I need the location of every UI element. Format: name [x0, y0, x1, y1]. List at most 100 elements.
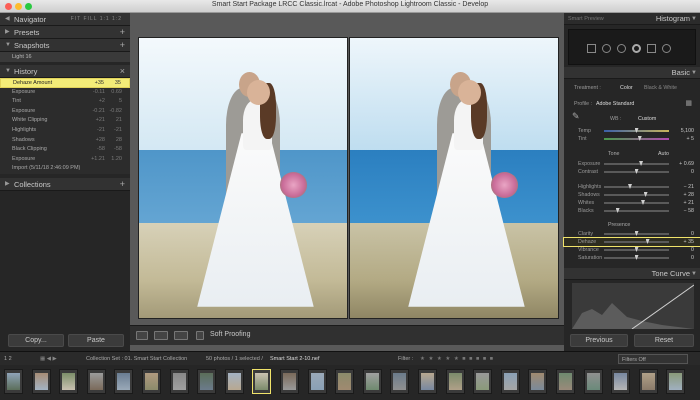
filmstrip-thumbnail[interactable]	[307, 369, 327, 394]
filmstrip-thumbnail[interactable]	[224, 369, 244, 394]
history-item[interactable]: Exposure -0.11 0.69	[0, 88, 130, 98]
filmstrip-thumbnail[interactable]	[445, 369, 465, 394]
history-item[interactable]: Black Clipping -58 -58	[0, 145, 130, 155]
clear-history-button[interactable]: ×	[120, 65, 125, 78]
filmstrip-thumbnail[interactable]	[280, 369, 299, 394]
slider-value[interactable]: + 28	[684, 192, 694, 198]
slider-exposure[interactable]: Exposure + 0.69	[564, 160, 700, 168]
treatment-bw-option[interactable]: Black & White	[644, 85, 677, 91]
slider-thumb[interactable]	[615, 208, 620, 213]
filmstrip-thumbnail[interactable]	[31, 369, 51, 394]
add-snapshot-button[interactable]: +	[120, 39, 125, 52]
collections-panel-header[interactable]: ▶ Collections +	[0, 177, 130, 191]
slider-track[interactable]	[604, 208, 669, 213]
slider-thumb[interactable]	[637, 136, 642, 141]
slider-thumb[interactable]	[634, 247, 639, 252]
slider-track[interactable]	[604, 136, 669, 141]
slider-track[interactable]	[604, 255, 669, 260]
add-preset-button[interactable]: +	[120, 26, 125, 39]
red-eye-icon[interactable]	[617, 43, 626, 53]
filmstrip-thumbnail[interactable]	[169, 369, 189, 394]
rating-filter-stars[interactable]: ★ ★ ★ ★ ★ ■ ■ ■ ■ ■	[420, 352, 494, 366]
slider-value[interactable]: 0	[691, 247, 694, 253]
slider-thumb[interactable]	[641, 200, 645, 205]
slider-value[interactable]: + 0.69	[679, 161, 694, 167]
slider-thumb[interactable]	[639, 161, 644, 166]
slider-thumb[interactable]	[634, 255, 639, 260]
slider-tint[interactable]: Tint + 5	[564, 135, 700, 143]
before-after-swap-icon[interactable]	[174, 331, 188, 340]
add-collection-button[interactable]: +	[120, 178, 125, 191]
slider-value[interactable]: − 58	[684, 208, 694, 214]
navigator-zoom-modes[interactable]: FIT FILL 1:1 1:2	[71, 13, 122, 26]
slider-track[interactable]	[604, 239, 669, 244]
slider-value[interactable]: + 21	[684, 200, 694, 206]
filmstrip-thumbnail[interactable]	[86, 369, 106, 394]
slider-contrast[interactable]: Contrast 0	[564, 168, 700, 176]
selected-file-name[interactable]: Smart Start 2-10.nef	[270, 352, 320, 366]
slider-blacks[interactable]: Blacks − 58	[564, 207, 700, 215]
wb-eyedropper-icon[interactable]: ✎	[572, 111, 580, 122]
slider-track[interactable]	[604, 247, 669, 252]
collection-path[interactable]: Collection Set : 01. Smart Start Collect…	[86, 352, 187, 366]
slider-value[interactable]: + 5	[686, 136, 694, 142]
filmstrip-thumbnail[interactable]	[390, 369, 410, 394]
filmstrip-thumbnail[interactable]	[252, 369, 272, 394]
slider-thumb[interactable]	[643, 192, 648, 197]
history-item[interactable]: Tint +2 5	[0, 97, 130, 107]
slider-track[interactable]	[604, 161, 669, 166]
slider-value[interactable]: − 21	[684, 184, 694, 190]
filmstrip-thumbnail[interactable]	[611, 369, 631, 394]
slider-track[interactable]	[604, 192, 669, 197]
filmstrip-thumbnail[interactable]	[473, 369, 493, 394]
history-item[interactable]: Import (5/11/18 2:46:09 PM)	[0, 164, 130, 174]
tone-curve-graph[interactable]	[572, 283, 694, 329]
filmstrip-thumbnail[interactable]	[362, 369, 382, 394]
before-image[interactable]	[138, 37, 348, 319]
loupe-view-icon[interactable]	[136, 331, 148, 340]
slider-value[interactable]: 0	[691, 169, 694, 175]
graduated-filter-icon[interactable]	[647, 43, 656, 53]
presets-panel-header[interactable]: ▶ Presets +	[0, 26, 130, 39]
slider-shadows[interactable]: Shadows + 28	[564, 191, 700, 199]
page-numbers[interactable]: 1 2	[4, 352, 12, 366]
filmstrip-thumbnail[interactable]	[638, 369, 658, 394]
reset-button[interactable]: Reset	[634, 334, 694, 347]
filmstrip-thumbnail[interactable]	[666, 369, 686, 394]
slider-track[interactable]	[604, 200, 669, 205]
profile-select[interactable]: Adobe Standard	[596, 101, 634, 107]
filmstrip-thumbnail[interactable]	[59, 369, 79, 394]
slider-track[interactable]	[604, 184, 669, 189]
filmstrip-thumbnail[interactable]	[335, 369, 355, 394]
wb-select[interactable]: Custom	[638, 116, 656, 122]
slider-thumb[interactable]	[634, 128, 639, 133]
history-item[interactable]: Shadows +28 28	[0, 136, 130, 146]
filmstrip-thumbnail[interactable]	[418, 369, 437, 394]
filmstrip-thumbnail[interactable]	[142, 369, 161, 394]
filmstrip-thumbnail[interactable]	[197, 369, 217, 394]
slider-thumb[interactable]	[628, 184, 632, 189]
paste-button[interactable]: Paste	[68, 334, 124, 347]
slider-value[interactable]: 5,100	[681, 128, 694, 134]
history-item[interactable]: Highlights -21 -21	[0, 126, 130, 136]
slider-thumb[interactable]	[634, 231, 639, 236]
history-item[interactable]: Dehaze Amount +35 35	[0, 78, 130, 88]
history-item[interactable]: White Clipping +21 21	[0, 116, 130, 126]
after-image[interactable]	[349, 37, 559, 319]
slider-track[interactable]	[604, 128, 669, 133]
crop-tool-icon[interactable]	[587, 43, 596, 53]
slider-value[interactable]: 0	[691, 231, 694, 237]
grid-view-icon[interactable]: ▦ ◀ ▶	[40, 352, 57, 366]
basic-header[interactable]: Basic ▼	[564, 67, 700, 79]
slider-track[interactable]	[604, 231, 669, 236]
history-item[interactable]: Exposure -0.21 -0.82	[0, 107, 130, 117]
history-panel-header[interactable]: ▼ History ×	[0, 65, 130, 78]
snapshots-panel-header[interactable]: ▼ Snapshots +	[0, 39, 130, 52]
slider-track[interactable]	[604, 169, 669, 174]
slider-clarity[interactable]: Clarity 0	[564, 230, 700, 238]
soft-proofing-checkbox[interactable]	[196, 331, 204, 340]
snapshot-item[interactable]: Light 16	[0, 52, 130, 62]
copy-button[interactable]: Copy...	[8, 334, 64, 347]
spot-removal-icon[interactable]	[602, 43, 611, 53]
navigator-panel-header[interactable]: ◀ Navigator FIT FILL 1:1 1:2	[0, 13, 130, 26]
